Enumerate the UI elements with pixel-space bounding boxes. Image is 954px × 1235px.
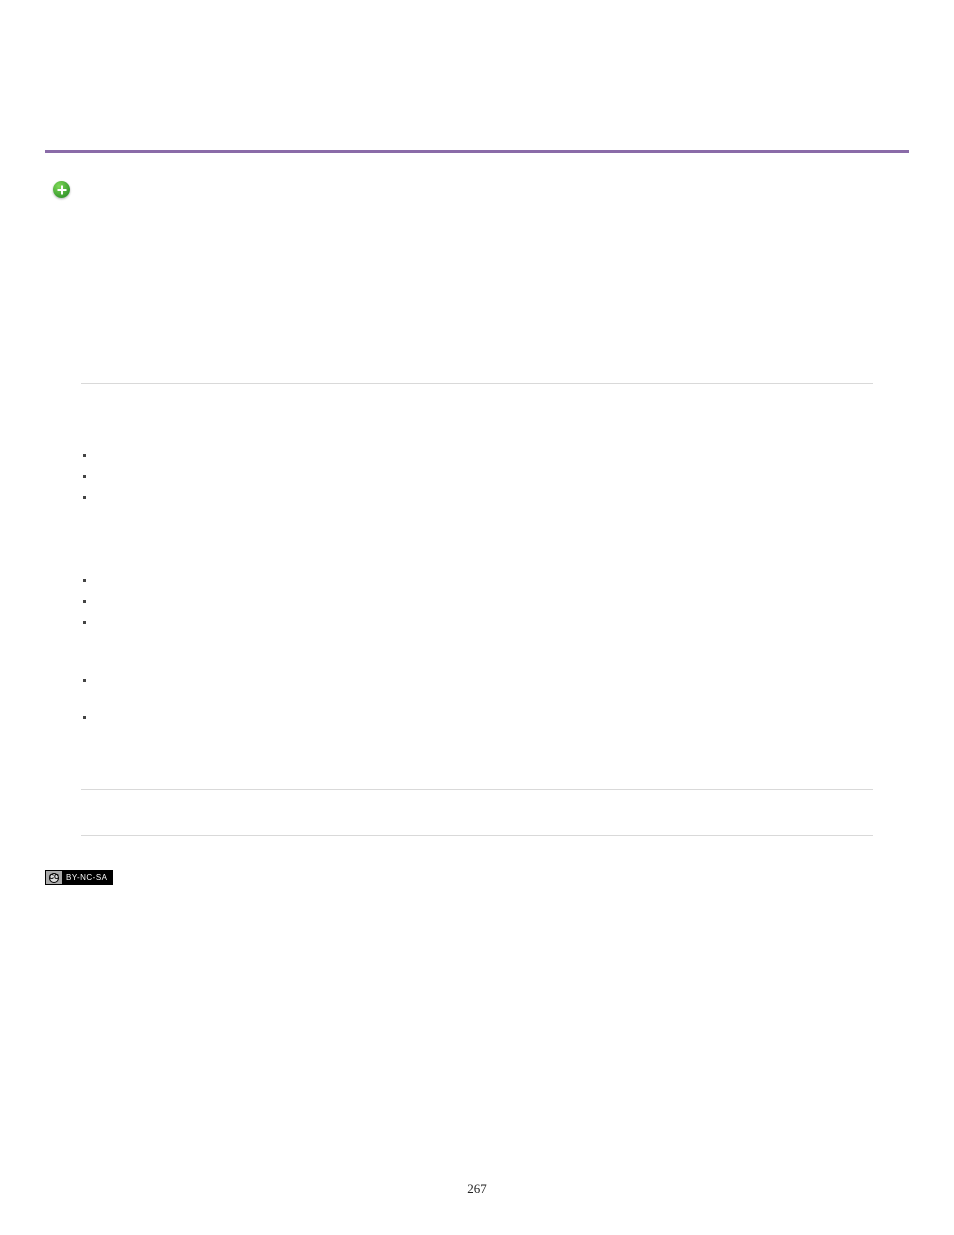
divider <box>81 383 873 384</box>
list-item <box>83 475 86 478</box>
top-rule <box>45 150 909 153</box>
list-item <box>83 496 86 499</box>
license-text: BY-NC-SA <box>62 871 112 884</box>
plus-icon <box>53 181 70 198</box>
bullet-list <box>83 679 891 719</box>
license-badge: CC BY-NC-SA <box>45 870 113 885</box>
list-item <box>83 600 86 603</box>
bullet-list <box>83 579 891 624</box>
list-item <box>83 716 86 719</box>
cc-logo-icon: CC <box>49 873 59 883</box>
list-item <box>83 621 86 624</box>
divider <box>81 789 873 790</box>
list-item <box>83 679 86 682</box>
divider <box>81 835 873 836</box>
page-number: 267 <box>0 1181 954 1197</box>
list-item <box>83 579 86 582</box>
list-item <box>83 454 86 457</box>
bullet-list <box>83 454 891 499</box>
